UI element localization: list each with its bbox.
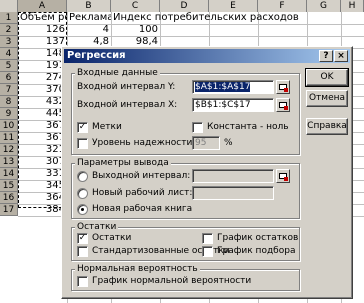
output-range-input[interactable] [192, 169, 274, 183]
row-header[interactable]: 4 [0, 48, 18, 60]
row-header[interactable]: 3 [0, 36, 18, 48]
cell-a[interactable]: 364 [18, 192, 67, 204]
row-header[interactable]: 6 [0, 72, 18, 84]
cell-a[interactable]: 331 [18, 168, 67, 180]
x-range-input[interactable]: $B$1:$C$17 [192, 98, 274, 112]
column-header-f[interactable]: F [258, 0, 307, 12]
column-header-g[interactable]: G [307, 0, 341, 12]
cell-a[interactable]: 384 [18, 204, 67, 216]
fit-plot-checkbox[interactable] [202, 246, 213, 257]
column-header-e[interactable]: E [209, 0, 258, 12]
close-icon[interactable]: × [334, 50, 348, 62]
residual-plot-checkbox[interactable] [202, 233, 213, 244]
output-options-group-title: Параметры вывода [75, 158, 171, 168]
confidence-label: Уровень надежности: [92, 138, 196, 148]
row-header[interactable]: 17 [0, 204, 18, 216]
row-header[interactable]: 15 [0, 180, 18, 192]
row-header[interactable]: 14 [0, 168, 18, 180]
residuals-label: Остатки [92, 233, 132, 243]
row-header[interactable]: 12 [0, 144, 18, 156]
cell-c1[interactable]: Индекс потребительских расходов [111, 12, 311, 24]
normal-probability-group-title: Нормальная вероятность [75, 264, 200, 274]
y-range-input[interactable]: $A$1:$A$17 [192, 80, 274, 94]
collapse-dialog-icon[interactable] [276, 169, 290, 183]
row-header[interactable]: 9 [0, 108, 18, 120]
labels-checkbox-label: Метки [92, 122, 122, 132]
labels-checkbox[interactable]: ✓ [77, 122, 88, 133]
output-range-radio[interactable] [77, 171, 88, 182]
cell-a1[interactable]: Объем ре [18, 12, 67, 24]
row-header[interactable]: 16 [0, 192, 18, 204]
collapse-dialog-icon[interactable] [276, 80, 290, 94]
const-zero-checkbox[interactable] [192, 122, 203, 133]
dialog-title: Регрессия [67, 50, 126, 61]
regression-dialog: Регрессия ? × OK Отмена Справка Входные … [61, 46, 353, 299]
cell-a[interactable]: 137 [18, 36, 67, 48]
residuals-group-title: Остатки [75, 222, 119, 232]
collapse-dialog-icon[interactable] [276, 98, 290, 112]
std-residuals-checkbox[interactable] [77, 246, 88, 257]
y-range-label: Входной интервал Y: [77, 82, 176, 92]
normal-plot-checkbox[interactable] [77, 276, 88, 287]
cell-a[interactable]: 191 [18, 60, 67, 72]
fit-plot-label: График подбора [217, 246, 296, 256]
cell-a[interactable]: 274 [18, 72, 67, 84]
cell-b2[interactable]: 4 [67, 24, 111, 36]
row-header[interactable]: 8 [0, 96, 18, 108]
column-header-b[interactable]: B [67, 0, 111, 12]
new-book-radio[interactable] [77, 204, 88, 215]
cell-c2[interactable]: 100 [111, 24, 160, 36]
row-header[interactable]: 11 [0, 132, 18, 144]
row-header[interactable]: 2 [0, 24, 18, 36]
cell-a[interactable]: 370 [18, 84, 67, 96]
cell-a[interactable]: 321 [18, 144, 67, 156]
cell-a[interactable]: 432 [18, 96, 67, 108]
output-range-label: Выходной интервал: [92, 171, 191, 181]
cancel-button[interactable]: Отмена [306, 90, 348, 107]
cell-a[interactable]: 148 [18, 48, 67, 60]
row-header[interactable]: 13 [0, 156, 18, 168]
input-data-group-title: Входные данные [75, 68, 160, 78]
const-zero-label: Константа - ноль [207, 122, 289, 132]
cell-a[interactable]: 367 [18, 120, 67, 132]
cell-a[interactable]: 445 [18, 108, 67, 120]
ok-button[interactable]: OK [305, 68, 349, 87]
residual-plot-label: График остатков [217, 233, 299, 243]
new-sheet-input[interactable] [192, 186, 274, 200]
column-header-a[interactable]: A [18, 0, 67, 12]
cell-a[interactable]: 126 [18, 24, 67, 36]
help-button[interactable]: Справка [306, 118, 348, 135]
cell-a[interactable]: 367 [18, 132, 67, 144]
confidence-input[interactable]: 95 [192, 136, 220, 150]
row-header[interactable]: 10 [0, 120, 18, 132]
column-header-d[interactable]: D [160, 0, 209, 12]
row-header[interactable]: 1 [0, 12, 18, 24]
percent-label: % [224, 138, 233, 148]
row-header[interactable]: 7 [0, 84, 18, 96]
cell-a[interactable]: 345 [18, 180, 67, 192]
dialog-titlebar[interactable]: Регрессия ? × [64, 49, 350, 63]
column-header-h[interactable]: H [341, 0, 364, 12]
residuals-checkbox[interactable]: ✓ [77, 233, 88, 244]
new-sheet-radio[interactable] [77, 188, 88, 199]
cell-a[interactable]: 307 [18, 156, 67, 168]
new-sheet-label: Новый рабочий лист: [92, 188, 193, 198]
column-header-c[interactable]: C [111, 0, 160, 12]
cell-b1[interactable]: Реклама [67, 12, 111, 24]
new-book-label: Новая рабочая книга [92, 204, 193, 214]
row-header[interactable]: 5 [0, 60, 18, 72]
confidence-checkbox[interactable] [77, 138, 88, 149]
normal-plot-label: График нормальной вероятности [92, 276, 252, 286]
select-all-corner[interactable] [0, 0, 18, 12]
help-question-icon[interactable]: ? [319, 50, 333, 62]
x-range-label: Входной интервал X: [77, 100, 178, 110]
